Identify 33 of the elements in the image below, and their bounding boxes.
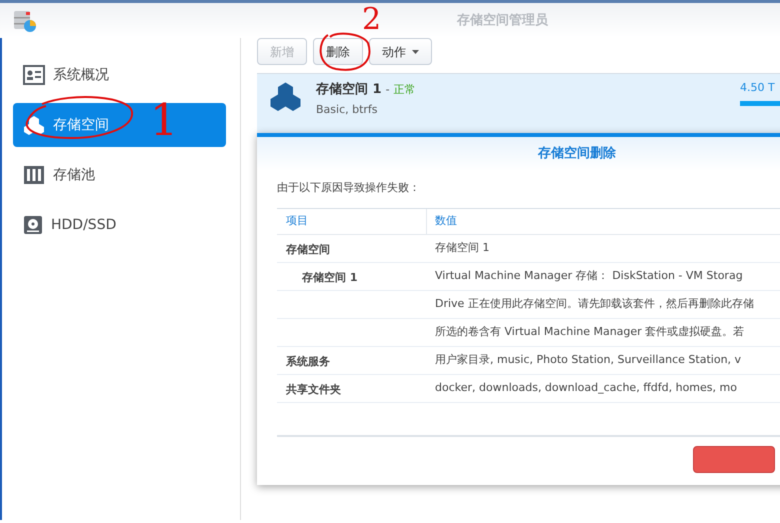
volume-row[interactable]: 存储空间 1 - 正常 Basic, btrfs 4.50 T [257, 73, 780, 133]
sidebar-item[interactable]: 存储池 [13, 153, 226, 197]
dialog-title: 存储空间删除 [538, 144, 616, 164]
separator-text: - [386, 82, 390, 98]
column-header: 项目 [277, 208, 427, 234]
value-cell-text: docker, downloads, download_cache, ffdfd, homes, mo [434, 380, 737, 396]
column-header: 数值 [434, 212, 457, 229]
cubes-icon [269, 80, 302, 112]
item-cell: 共享文件夹 [286, 383, 341, 396]
sidebar-item[interactable]: 系统概况 [13, 53, 226, 97]
item-cell: 系统服务 [286, 355, 330, 368]
toolbar-button[interactable]: 删除 [313, 38, 363, 65]
volume-detail: Basic, btrfs [316, 102, 379, 118]
sidebar-item[interactable]: HDD/SSD [13, 203, 226, 247]
dialog-button[interactable] [693, 446, 775, 473]
capacity-text: 4.50 T [740, 80, 775, 96]
toolbar-button[interactable]: 动作 [369, 38, 432, 65]
volume-name: 存储空间 1 [316, 80, 382, 99]
item-cell: 存储空间 1 [302, 271, 358, 284]
cubes-icon [23, 115, 45, 135]
annotation-number: 2 [362, 5, 382, 35]
id-card-icon [23, 65, 45, 85]
window-title: 存储空间管理员 [457, 12, 548, 30]
dialog-message: 由于以下原因导致操作失败： [277, 180, 421, 196]
item-cell: 存储空间 [286, 243, 330, 256]
app-icon [13, 8, 37, 32]
value-cell-text: 用户家目录, music, Photo Station, Surveillance Station, v [434, 352, 742, 368]
drive-bays-icon [23, 165, 45, 185]
value-cell-text: 存储空间 1 [434, 240, 490, 256]
value-cell-text: 所选的卷含有 Virtual Machine Manager 套件或虚拟硬盘。若 [434, 324, 744, 340]
volume-status: 正常 [394, 82, 416, 98]
value-cell-text: Drive 正在使用此存储空间。请先卸载该套件，然后再删除此存储 [434, 296, 754, 312]
value-cell-text: Virtual Machine Manager 存储： DiskStation - VM Storag [434, 268, 743, 284]
